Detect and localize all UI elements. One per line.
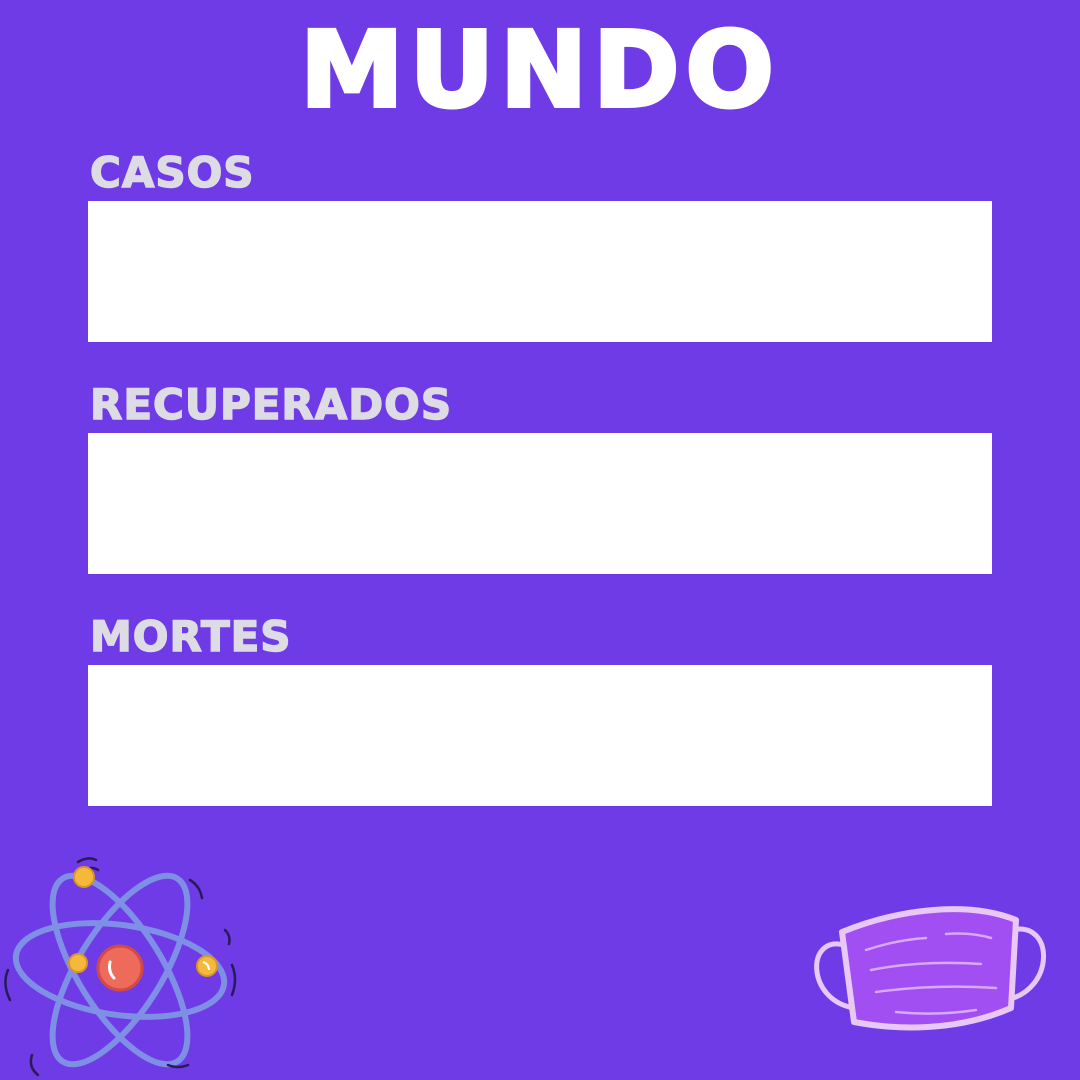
recuperados-label: RECUPERADOS (89, 380, 453, 429)
mortes-label: MORTES (89, 612, 292, 661)
mortes-value-box (88, 665, 992, 806)
page-title: MUNDO (298, 9, 780, 131)
casos-label: CASOS (89, 148, 255, 197)
face-mask-icon (814, 906, 1046, 1031)
atom-icon (4, 857, 237, 1077)
recuperados-value-box (88, 433, 992, 574)
casos-value-box (88, 201, 992, 342)
